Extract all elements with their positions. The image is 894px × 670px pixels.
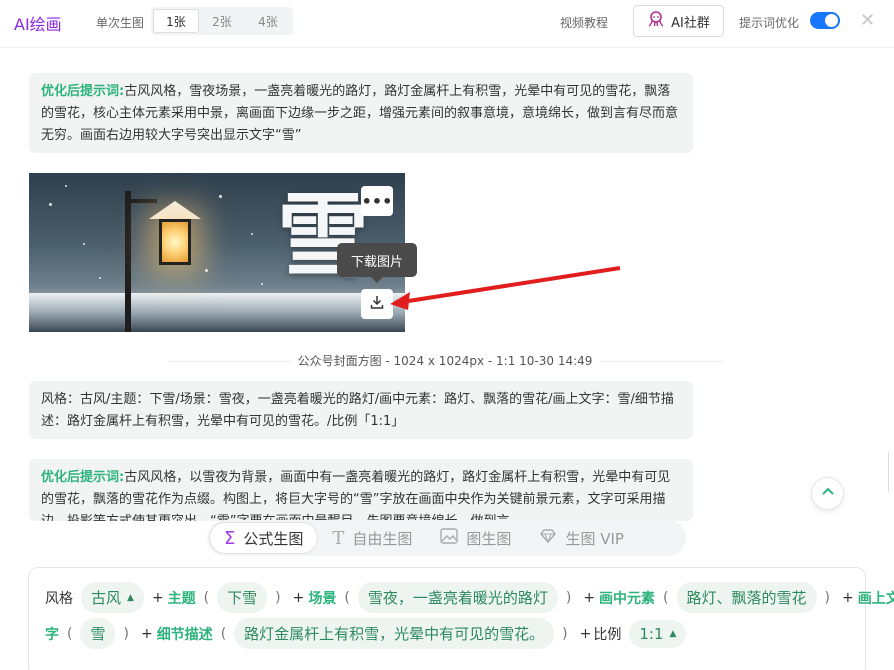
video-tutorial-link[interactable]: 视频教程 — [560, 14, 608, 31]
snowflake — [83, 243, 85, 245]
sigma-icon: Σ — [224, 527, 236, 549]
plus-sign: + — [151, 589, 164, 606]
image-icon — [440, 527, 459, 549]
plus-sign: + — [842, 589, 854, 606]
ai-community-label: AI社群 — [671, 15, 710, 31]
lamp-light — [159, 219, 191, 265]
tab-vip-label: 生图 VIP — [565, 529, 624, 548]
snowflake — [99, 277, 101, 279]
scene-input[interactable]: 雪夜，一盏亮着暖光的路灯 — [357, 582, 558, 613]
scroll-to-top-button[interactable] — [811, 477, 844, 510]
tab-vip[interactable]: 生图 VIP — [525, 522, 638, 554]
lamp-roof — [149, 201, 201, 219]
tab-img2img[interactable]: 图生图 — [426, 522, 525, 554]
diamond-icon — [539, 528, 557, 549]
optimized-prompt-text: 古风风格，雪夜场景，一盏亮着暖光的路灯，路灯金属杆上有积雪，光晕中有可见的雪花，… — [41, 84, 679, 143]
optimized-prompt-label-2: 优化后提示词: — [41, 470, 125, 485]
paren-close: ) — [123, 625, 129, 642]
detail-input[interactable]: 路灯金属杆上有积雪，光晕中有可见的雪花。 — [234, 618, 555, 649]
plus-sign: + — [140, 625, 153, 642]
plus-sign: + — [583, 589, 596, 606]
count-option-1[interactable]: 1张 — [153, 9, 199, 33]
style-value: 古风 — [91, 589, 122, 607]
top-bar: AI绘画 单次生图 1张 2张 4张 视频教程 AI社群 提示词优化 ✕ — [0, 0, 894, 48]
plus-sign: + — [579, 625, 592, 642]
detail-keyword: 细节描述 — [156, 626, 213, 643]
octopus-icon — [647, 10, 665, 32]
optimized-prompt-text-2: 古风风格，以雪夜为背景，画面中有一盏亮着暖光的路灯，路灯金属杆上有积雪，光晕中有… — [41, 470, 671, 521]
tab-free-label: 自由生图 — [352, 529, 413, 548]
tab-free[interactable]: T 自由生图 — [318, 522, 426, 554]
prompt-optimize-label: 提示词优化 — [739, 16, 800, 30]
count-option-4[interactable]: 4张 — [245, 9, 291, 33]
style-label: 风格 — [45, 590, 73, 607]
mode-tabs: Σ 公式生图 T 自由生图 图生图 生图 VIP — [207, 520, 686, 556]
text-keyword-part2: 字 — [45, 626, 59, 643]
image-meta-text: 公众号封面方图 - 1024 x 1024px - 1:1 10-30 14:4… — [289, 354, 601, 368]
ai-community-button[interactable]: AI社群 — [633, 5, 724, 37]
more-options-button[interactable]: ••• — [361, 186, 393, 216]
paren-open: ( — [67, 625, 73, 642]
formula-row-2: 字 ( 雪 ) + 细节描述 ( 路灯金属杆上有积雪，光晕中有可见的雪花。 ) +… — [45, 618, 688, 649]
formula-panel: 风格 古风 ▲ + 主题 ( 下雪 ) + 场景 ( 雪夜，一盏亮着暖光的路灯 ) +… — [28, 567, 894, 670]
paren-open: ( — [663, 589, 669, 606]
text-input[interactable]: 雪 — [80, 618, 116, 649]
formula-row-1: 风格 古风 ▲ + 主题 ( 下雪 ) + 场景 ( 雪夜，一盏亮着暖光的路灯 ) +… — [45, 582, 894, 613]
side-edge — [888, 452, 894, 492]
scene-keyword: 场景 — [308, 590, 337, 607]
snowflake — [49, 203, 52, 206]
chevron-up-icon — [821, 484, 835, 503]
ratio-value: 1:1 — [639, 624, 664, 643]
text-keyword-part1: 画上文 — [857, 590, 894, 607]
snowflake — [205, 269, 208, 272]
image-meta: 公众号封面方图 - 1024 x 1024px - 1:1 10-30 14:4… — [168, 352, 722, 368]
toggle-knob — [825, 14, 838, 27]
snowflake — [261, 283, 263, 285]
close-icon[interactable]: ✕ — [860, 10, 875, 31]
optimized-prompt-bubble: 优化后提示词:古风风格，雪夜场景，一盏亮着暖光的路灯，路灯金属杆上有积雪，光晕中… — [29, 73, 693, 153]
plus-sign: + — [292, 589, 305, 606]
params-text: 风格：古风/主题：下雪/场景：雪夜，一盏亮着暖光的路灯/画中元素：路灯、飘落的雪… — [41, 392, 674, 429]
prompt-optimize-toggle[interactable] — [810, 12, 840, 29]
snowflake — [219, 195, 222, 198]
count-selector: 1张 2张 4张 — [151, 7, 293, 35]
caret-up-icon: ▲ — [127, 592, 134, 603]
tab-formula-label: 公式生图 — [243, 529, 304, 548]
app-title: AI绘画 — [14, 15, 62, 34]
paren-open: ( — [203, 589, 210, 606]
paren-close: ) — [824, 589, 830, 606]
optimized-prompt-label: 优化后提示词: — [41, 84, 125, 99]
paren-close: ) — [275, 589, 281, 606]
ratio-label: 比例 — [593, 626, 622, 643]
paren-open: ( — [220, 625, 227, 642]
text-t-icon: T — [332, 527, 345, 549]
theme-keyword: 主题 — [167, 590, 196, 607]
paren-close: ) — [565, 589, 572, 606]
snowflake — [251, 233, 253, 235]
elements-input[interactable]: 路灯、飘落的雪花 — [676, 582, 817, 613]
lamp-post — [125, 191, 131, 332]
theme-input[interactable]: 下雪 — [217, 582, 268, 613]
optimized-prompt-bubble-2: 优化后提示词:古风风格，以雪夜为背景，画面中有一盏亮着暖光的路灯，路灯金属杆上有… — [29, 459, 693, 521]
params-bubble: 风格：古风/主题：下雪/场景：雪夜，一盏亮着暖光的路灯/画中元素：路灯、飘落的雪… — [29, 381, 693, 439]
snowy-wall — [29, 293, 405, 332]
tab-formula[interactable]: Σ 公式生图 — [209, 522, 319, 554]
caret-up-icon: ▲ — [669, 628, 677, 639]
elements-keyword: 画中元素 — [599, 590, 656, 607]
paren-open: ( — [344, 589, 350, 606]
snowflake — [65, 185, 67, 187]
paren-close: ) — [562, 625, 568, 642]
tab-img2img-label: 图生图 — [466, 529, 512, 548]
ratio-dropdown[interactable]: 1:1 ▲ — [629, 619, 687, 648]
red-arrow-annotation — [390, 266, 621, 310]
count-label: 单次生图 — [96, 16, 145, 30]
style-dropdown[interactable]: 古风 ▲ — [81, 582, 144, 613]
count-option-2[interactable]: 2张 — [199, 9, 245, 33]
